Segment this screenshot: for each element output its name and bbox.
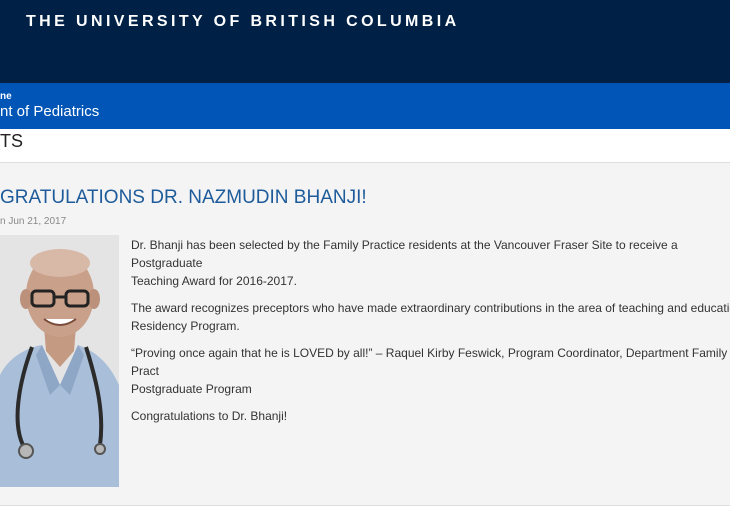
- post-date: n Jun 21, 2017: [0, 216, 67, 227]
- ubc-header-bar: THE UNIVERSITY OF BRITISH COLUMBIA: [0, 0, 730, 83]
- unit-faculty-label: ne: [0, 91, 12, 102]
- post-paragraph: Dr. Bhanji has been selected by the Fami…: [131, 238, 678, 288]
- portrait-photo: [0, 235, 119, 487]
- post-title-link[interactable]: GRATULATIONS DR. NAZMUDIN BHANJI!: [0, 187, 367, 209]
- unit-header-bar: ne nt of Pediatrics: [0, 83, 730, 129]
- post-body: Dr. Bhanji has been selected by the Fami…: [131, 236, 730, 434]
- university-wordmark[interactable]: THE UNIVERSITY OF BRITISH COLUMBIA: [26, 13, 460, 31]
- post-paragraph: “Proving once again that he is LOVED by …: [131, 346, 728, 396]
- unit-name-link[interactable]: nt of Pediatrics: [0, 103, 99, 120]
- portrait-illustration: [0, 235, 119, 487]
- divider: [0, 505, 730, 506]
- post-paragraph: The award recognizes preceptors who have…: [131, 301, 730, 333]
- section-title: TS: [0, 131, 24, 151]
- post-paragraph: Congratulations to Dr. Bhanji!: [131, 409, 288, 423]
